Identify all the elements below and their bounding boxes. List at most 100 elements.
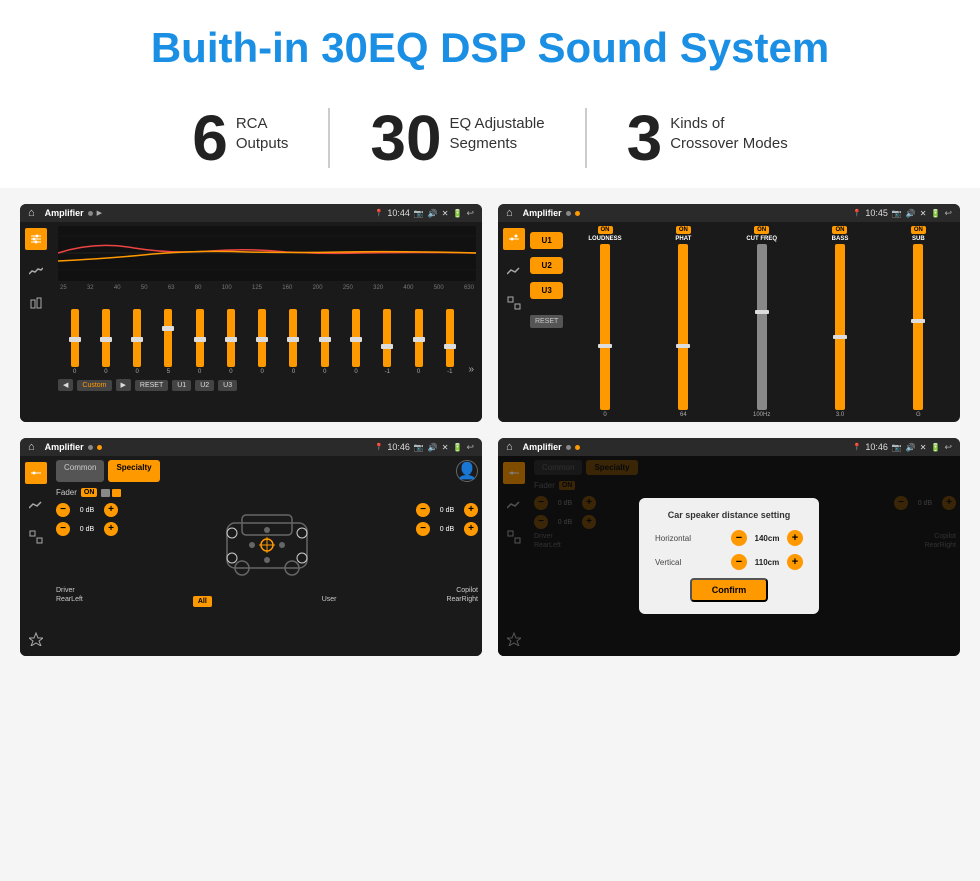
all-btn[interactable]: All	[193, 596, 212, 607]
slider-col-10[interactable]: 0	[341, 309, 370, 375]
status-bar-cross: ⌂ Amplifier 📍 10:45 📷 🔊 ✕ 🔋 ↩	[498, 204, 960, 222]
plus-btn-3[interactable]: +	[464, 503, 478, 517]
volume-icon-fader: 🔊	[428, 443, 438, 452]
slider-col-8[interactable]: 0	[279, 309, 308, 375]
u2-btn[interactable]: U2	[530, 257, 563, 274]
eq-freq-labels: 2532405063 80100125160200 25032040050063…	[58, 285, 476, 291]
eq-sidebar-icon-2[interactable]	[25, 260, 47, 282]
phat-val: 64	[680, 412, 687, 418]
stat-number-30: 30	[370, 106, 441, 170]
loudness-slider[interactable]	[600, 244, 610, 410]
bass-label: BASS	[832, 236, 849, 242]
eq-u1-btn[interactable]: U1	[172, 380, 191, 391]
plus-btn-2[interactable]: +	[104, 522, 118, 536]
fader-sidebar-icon-3[interactable]	[25, 526, 47, 548]
eq-sidebar-icon-1[interactable]	[25, 228, 47, 250]
minus-btn-2[interactable]: −	[56, 522, 70, 536]
slider-col-7[interactable]: 0	[248, 309, 277, 375]
eq-content: 2532405063 80100125160200 25032040050063…	[20, 222, 482, 422]
eq-screen: ⌂ Amplifier ▶ 📍 10:44 📷 🔊 ✕ 🔋 ↩	[20, 204, 482, 422]
fader-row-1: − 0 dB +	[56, 503, 118, 517]
status-dot-cross2	[575, 211, 580, 216]
eq-next-btn[interactable]: ▶	[116, 379, 131, 391]
loudness-handle	[598, 344, 612, 348]
cross-sidebar-icon-2[interactable]	[503, 260, 525, 282]
phat-slider[interactable]	[678, 244, 688, 410]
eq-u3-btn[interactable]: U3	[218, 380, 237, 391]
fader-sidebar	[20, 456, 52, 656]
eq-main-area: 2532405063 80100125160200 25032040050063…	[52, 222, 482, 422]
cutfreq-slider[interactable]	[757, 244, 767, 410]
wifi-icon-cross: ✕	[920, 209, 927, 218]
back-icon-eq[interactable]: ↩	[466, 208, 474, 219]
fader-screen: ⌂ Amplifier 📍 10:46 📷 🔊 ✕ 🔋 ↩	[20, 438, 482, 656]
fader-tabs-row: Common Specialty 👤	[56, 460, 478, 482]
sub-handle	[911, 319, 925, 323]
wifi-icon-fader: ✕	[442, 443, 449, 452]
horizontal-plus[interactable]: +	[787, 530, 803, 546]
u3-btn[interactable]: U3	[530, 282, 563, 299]
cross-reset-btn[interactable]: RESET	[530, 315, 563, 328]
u1-btn[interactable]: U1	[530, 232, 563, 249]
expand-icon[interactable]: »	[466, 364, 474, 375]
status-dot-dialog1	[566, 445, 571, 450]
minus-btn-3[interactable]: −	[416, 503, 430, 517]
cross-sidebar-icon-1[interactable]	[503, 228, 525, 250]
dialog-time: 10:46	[865, 442, 888, 452]
cutfreq-val: 100Hz	[753, 412, 770, 418]
eq-prev-btn[interactable]: ◀	[58, 379, 73, 391]
back-icon-dialog[interactable]: ↩	[944, 442, 952, 453]
user-icon-btn[interactable]: 👤	[456, 460, 478, 482]
slider-col-4[interactable]: 5	[154, 309, 183, 375]
eq-reset-btn[interactable]: RESET	[135, 380, 168, 391]
home-icon-cross[interactable]: ⌂	[506, 207, 513, 219]
home-icon-dialog[interactable]: ⌂	[506, 441, 513, 453]
bottom-labels-row: Driver Copilot	[56, 587, 478, 594]
slider-col-9[interactable]: 0	[310, 309, 339, 375]
loudness-label: LOUDNESS	[588, 236, 621, 242]
fader-sidebar-icon-2[interactable]	[25, 494, 47, 516]
eq-sidebar-icon-3[interactable]	[25, 292, 47, 314]
minus-btn-1[interactable]: −	[56, 503, 70, 517]
plus-btn-4[interactable]: +	[464, 522, 478, 536]
slider-handle-3	[131, 337, 143, 342]
sub-col: ON SUB G	[881, 226, 956, 418]
slider-col-6[interactable]: 0	[216, 309, 245, 375]
fader-row-2: − 0 dB +	[56, 522, 118, 536]
back-icon-fader[interactable]: ↩	[466, 442, 474, 453]
user-btn[interactable]: User	[322, 596, 337, 607]
rearright-label: RearRight	[446, 596, 478, 607]
sub-slider[interactable]	[913, 244, 923, 410]
tab-common[interactable]: Common	[56, 460, 104, 482]
bass-val: 3.0	[836, 412, 844, 418]
slider-col-13[interactable]: -1	[435, 309, 464, 375]
stat-label-rca: RCAOutputs	[236, 106, 289, 153]
fader-sidebar-icon-4[interactable]	[25, 628, 47, 650]
vertical-minus[interactable]: −	[731, 554, 747, 570]
cross-sidebar-icon-3[interactable]	[503, 292, 525, 314]
vertical-plus[interactable]: +	[787, 554, 803, 570]
dialog-box: Car speaker distance setting Horizontal …	[639, 498, 819, 614]
home-icon[interactable]: ⌂	[28, 207, 35, 219]
slider-col-5[interactable]: 0	[185, 309, 214, 375]
confirm-button[interactable]: Confirm	[690, 578, 769, 602]
slider-track-7	[258, 309, 266, 367]
plus-btn-1[interactable]: +	[104, 503, 118, 517]
horizontal-minus[interactable]: −	[731, 530, 747, 546]
slider-col-1[interactable]: 0	[60, 309, 89, 375]
eq-u2-btn[interactable]: U2	[195, 380, 214, 391]
fader-sidebar-icon-1[interactable]	[25, 462, 47, 484]
tab-specialty[interactable]: Specialty	[108, 460, 159, 482]
bass-slider[interactable]	[835, 244, 845, 410]
slider-col-11[interactable]: -1	[373, 309, 402, 375]
slider-val-8: 0	[292, 369, 295, 375]
minus-btn-4[interactable]: −	[416, 522, 430, 536]
back-icon-cross[interactable]: ↩	[944, 208, 952, 219]
slider-col-12[interactable]: 0	[404, 309, 433, 375]
fader-top-row: Fader ON	[56, 488, 478, 497]
sub-val: G	[916, 412, 921, 418]
eq-time: 10:44	[387, 208, 410, 218]
slider-col-2[interactable]: 0	[91, 309, 120, 375]
slider-col-3[interactable]: 0	[123, 309, 152, 375]
home-icon-fader[interactable]: ⌂	[28, 441, 35, 453]
